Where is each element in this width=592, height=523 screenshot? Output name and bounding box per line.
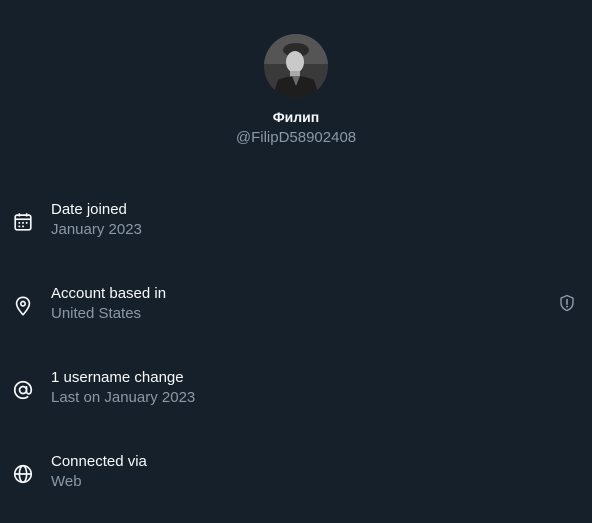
at-sign-icon — [13, 380, 33, 400]
shield-exclamation-icon[interactable] — [558, 294, 576, 312]
avatar-photo — [264, 34, 328, 98]
detail-value: January 2023 — [51, 221, 142, 238]
detail-row-connected-via: Connected via Web — [0, 453, 592, 497]
detail-title: Connected via — [51, 453, 147, 470]
handle: @FilipD58902408 — [235, 129, 357, 146]
profile-header: Филип @FilipD58902408 — [0, 34, 592, 147]
location-pin-icon — [15, 296, 31, 316]
detail-value: Web — [51, 473, 82, 490]
globe-icon — [13, 464, 33, 484]
detail-title: 1 username change — [51, 369, 184, 386]
detail-value: Last on January 2023 — [51, 389, 196, 406]
detail-row-account-based-in: Account based in United States — [0, 285, 592, 329]
account-info-page: Филип @FilipD58902408 Date joined Januar… — [0, 0, 592, 523]
detail-row-date-joined: Date joined January 2023 — [0, 201, 592, 245]
display-name: Филип — [272, 109, 320, 125]
detail-title: Date joined — [51, 201, 127, 218]
calendar-icon — [14, 213, 32, 231]
detail-row-username-change: 1 username change Last on January 2023 — [0, 369, 592, 413]
detail-value: United States — [51, 305, 142, 322]
avatar[interactable] — [264, 34, 328, 98]
detail-title: Account based in — [51, 285, 167, 302]
